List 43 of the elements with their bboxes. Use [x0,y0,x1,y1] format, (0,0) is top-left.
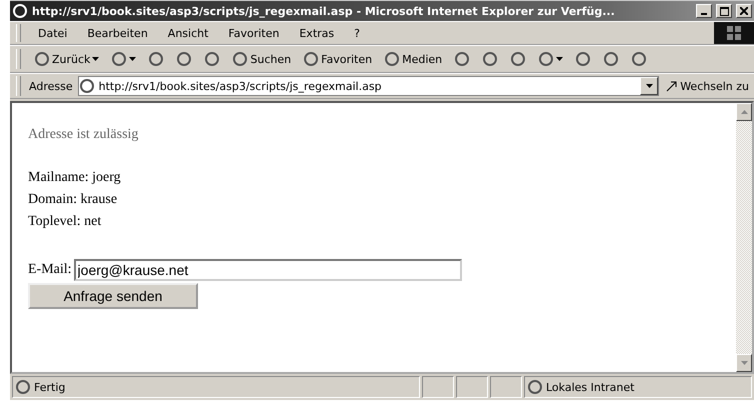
menu-item[interactable]: Favoriten [219,24,288,42]
go-button[interactable]: Wechseln zu [661,78,754,94]
menu-item[interactable]: ? [345,24,369,42]
search-button[interactable]: Suchen [227,49,296,69]
menu-item[interactable]: Datei [29,24,76,42]
status-panel [422,376,454,398]
media-button[interactable]: Medien [379,49,448,69]
result-line: Mailname: joerg [28,169,122,187]
back-button[interactable]: Zurück [29,49,104,69]
menu-item[interactable]: Bearbeiten [78,24,157,42]
scrollbar[interactable] [736,103,752,372]
address-field[interactable]: http://srv1/book.sites/asp3/scripts/js_regexmail.asp [78,76,660,96]
email-field[interactable]: joerg@krause.net [74,259,462,281]
close-button[interactable] [736,4,752,18]
favorites-button[interactable]: Favoriten [298,49,378,69]
down-arrow-icon [740,361,748,365]
result-line: Toplevel: net [28,213,102,231]
validation-message: Adresse ist zulässig [28,127,140,143]
up-arrow-icon [740,110,748,114]
windows-logo [714,22,754,44]
zone-text: Lokales Intranet [546,380,634,394]
caret-icon [556,57,564,61]
caret-icon [92,57,100,61]
status-panel [456,376,488,398]
caret-icon [646,84,653,88]
scroll-down-button[interactable] [736,354,752,372]
dropdown-button[interactable] [640,77,658,95]
close-icon [740,7,748,15]
result-line: Domain: krause [28,191,118,209]
status-panel [490,376,522,398]
address-label: Adresse [29,80,73,92]
status-text: Fertig [34,380,66,394]
arrow-icon [666,80,678,92]
menu-item[interactable]: Extras [290,24,344,42]
scroll-up-button[interactable] [736,103,752,121]
caret-icon [129,57,136,61]
submit-button[interactable]: Anfrage senden [28,283,198,309]
maximize-button[interactable] [716,4,732,18]
menu-item[interactable]: Ansicht [158,24,218,42]
minimize-button[interactable] [696,4,712,18]
maximize-icon [720,6,728,16]
email-label: E-Mail: [28,262,72,278]
window-title: http://srv1/book.sites/asp3/scripts/js_regexmail.asp - Microsoft Internet Explorer zur Verfüg... [32,4,616,18]
